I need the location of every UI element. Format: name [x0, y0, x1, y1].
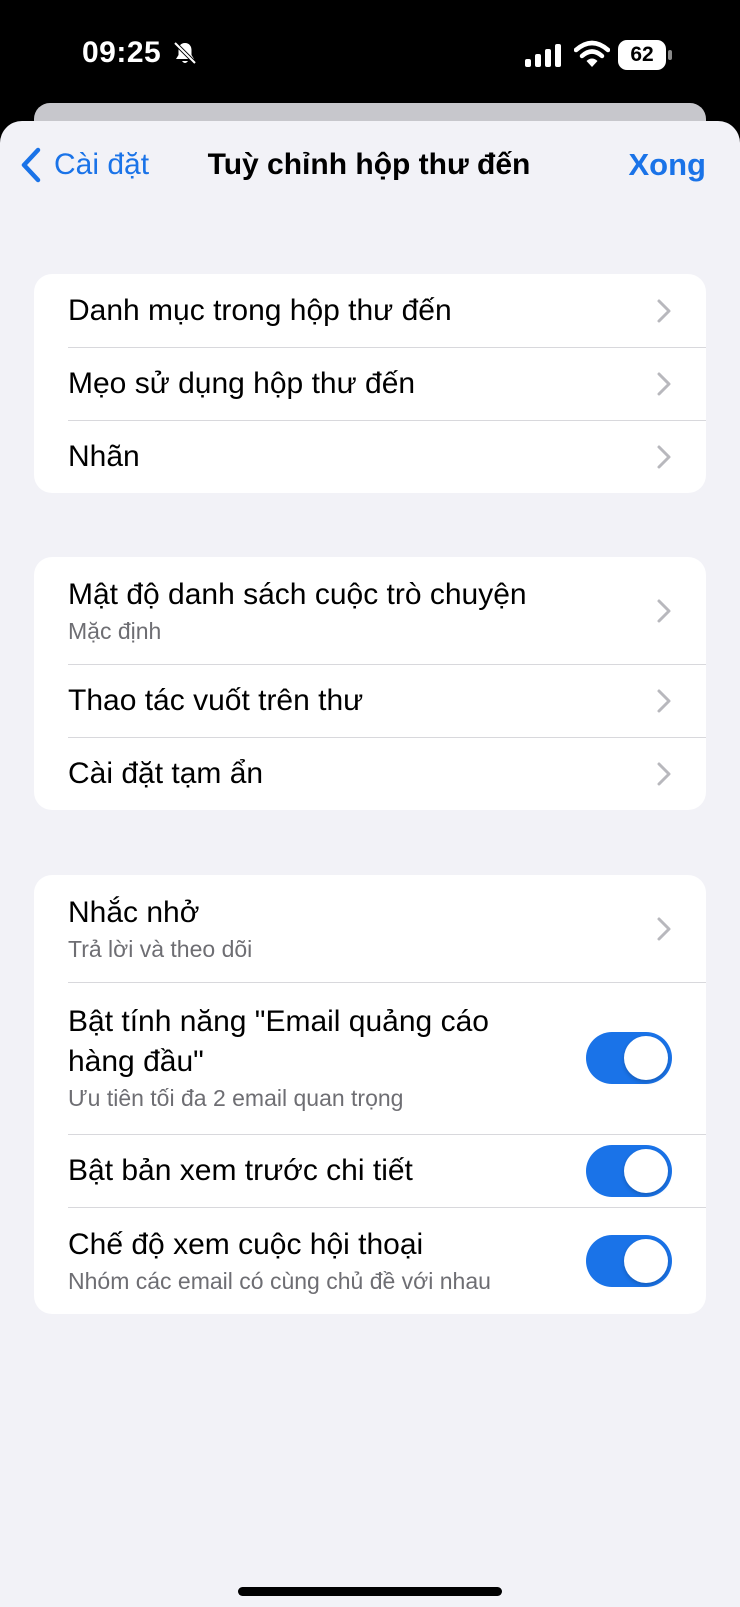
row-label: Thao tác vuốt trên thư	[68, 683, 364, 717]
row-subtitle: Trả lời và theo dõi	[68, 935, 253, 962]
row-snooze-settings[interactable]: Cài đặt tạm ẩn	[34, 737, 706, 810]
settings-group-list: Mật độ danh sách cuộc trò chuyện Mặc địn…	[34, 557, 706, 810]
done-button[interactable]: Xong	[629, 143, 707, 187]
settings-group-inbox: Danh mục trong hộp thư đến Mẹo sử dụng h…	[34, 274, 706, 493]
row-conversation-density[interactable]: Mật độ danh sách cuộc trò chuyện Mặc địn…	[34, 557, 706, 664]
chevron-right-icon	[657, 299, 671, 322]
row-inbox-categories[interactable]: Danh mục trong hộp thư đến	[34, 274, 706, 347]
row-label: Bật bản xem trước chi tiết	[68, 1153, 413, 1187]
settings-group-features: Nhắc nhở Trả lời và theo dõi Bật tính nă…	[34, 875, 706, 1314]
row-conversation-view: Chế độ xem cuộc hội thoại Nhóm các email…	[34, 1207, 706, 1314]
row-label: Nhắc nhở	[68, 895, 200, 929]
toggle-knob	[624, 1036, 668, 1080]
settings-sheet: Cài đặt Tuỳ chỉnh hộp thư đến Xong Danh …	[0, 121, 740, 1607]
detailed-preview-toggle[interactable]	[586, 1144, 672, 1197]
status-bar: 09:25 62	[0, 0, 740, 100]
row-top-promo-emails: Bật tính năng "Email quảng cáo hàng đầu"…	[34, 982, 706, 1134]
row-detailed-preview: Bật bản xem trước chi tiết	[34, 1134, 706, 1207]
bell-slash-icon	[173, 41, 197, 65]
row-inbox-tips[interactable]: Mẹo sử dụng hộp thư đến	[34, 347, 706, 420]
chevron-right-icon	[657, 445, 671, 468]
navigation-bar: Cài đặt Tuỳ chỉnh hộp thư đến Xong	[0, 121, 740, 209]
row-label: Danh mục trong hộp thư đến	[68, 293, 452, 327]
row-label: Chế độ xem cuộc hội thoại	[68, 1227, 424, 1261]
row-nudges[interactable]: Nhắc nhở Trả lời và theo dõi	[34, 875, 706, 982]
row-label: Mật độ danh sách cuộc trò chuyện	[68, 577, 527, 611]
chevron-right-icon	[657, 689, 671, 712]
wifi-icon	[574, 40, 610, 67]
row-subtitle: Nhóm các email có cùng chủ đề với nhau	[68, 1267, 491, 1294]
row-label: Cài đặt tạm ẩn	[68, 756, 264, 790]
conversation-view-toggle[interactable]	[586, 1234, 672, 1287]
chevron-right-icon	[657, 372, 671, 395]
row-label-line2: hàng đầu"	[68, 1045, 204, 1078]
battery-level: 62	[630, 43, 654, 66]
status-time: 09:25	[82, 36, 162, 69]
toggle-knob	[624, 1238, 668, 1283]
cellular-signal-icon	[525, 44, 561, 67]
top-promo-toggle[interactable]	[586, 1032, 672, 1084]
chevron-right-icon	[657, 762, 671, 785]
chevron-right-icon	[657, 599, 671, 622]
row-labels[interactable]: Nhãn	[34, 420, 706, 493]
row-label-line1: Bật tính năng "Email quảng cáo	[68, 1005, 489, 1038]
home-indicator	[238, 1587, 502, 1596]
row-subtitle: Mặc định	[68, 617, 162, 644]
row-swipe-actions[interactable]: Thao tác vuốt trên thư	[34, 664, 706, 737]
row-label: Mẹo sử dụng hộp thư đến	[68, 366, 416, 400]
row-label: Nhãn	[68, 439, 140, 473]
row-subtitle: Ưu tiên tối đa 2 email quan trọng	[68, 1085, 404, 1111]
battery-icon: 62	[618, 40, 672, 70]
chevron-right-icon	[657, 917, 671, 940]
toggle-knob	[624, 1148, 668, 1193]
